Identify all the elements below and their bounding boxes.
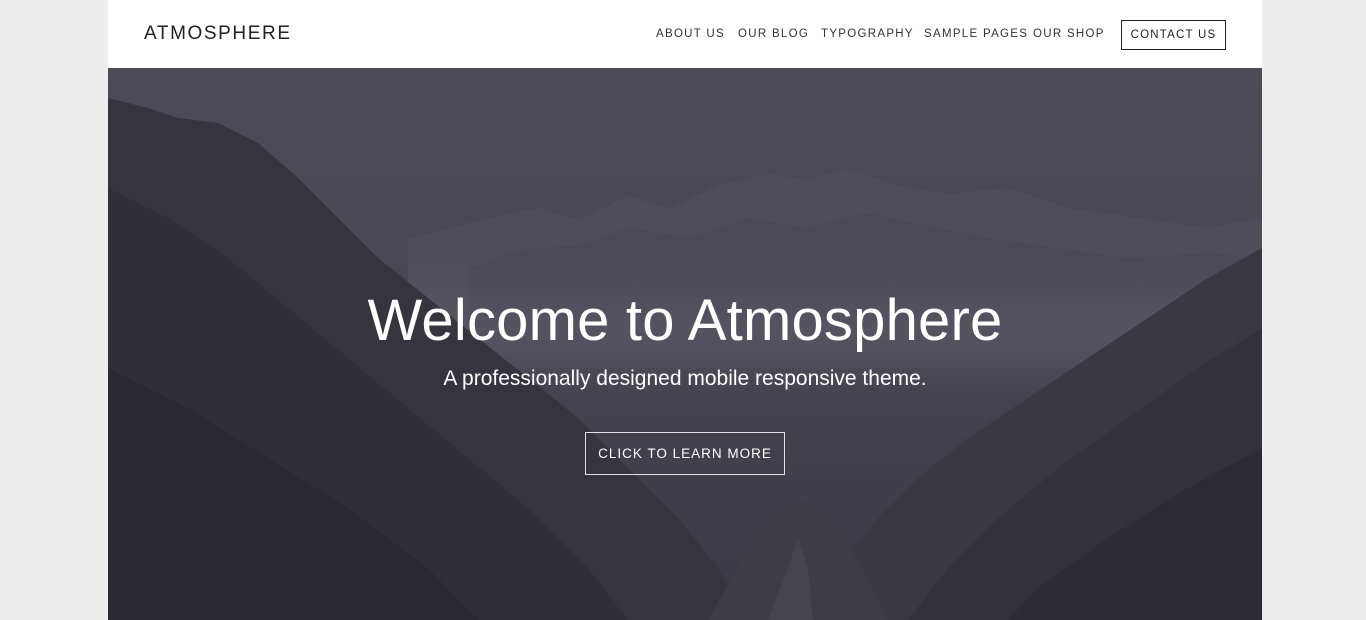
nav-item-typography[interactable]: TYPOGRAPHY [821,26,914,42]
nav-item-our-blog[interactable]: OUR BLOG [738,26,809,42]
nav-item-about-us[interactable]: ABOUT US [656,26,725,42]
primary-nav: ABOUT US OUR BLOG TYPOGRAPHY SAMPLE PAGE… [108,26,1262,42]
hero-section: Welcome to Atmosphere A professionally d… [108,68,1262,620]
hero-subtitle: A professionally designed mobile respons… [443,367,927,390]
site-header: ATMOSPHERE ABOUT US OUR BLOG TYPOGRAPHY … [108,0,1262,68]
learn-more-button[interactable]: CLICK TO LEARN MORE [585,432,785,475]
nav-item-sample-pages[interactable]: SAMPLE PAGES [924,26,1028,42]
site-container: ATMOSPHERE ABOUT US OUR BLOG TYPOGRAPHY … [108,0,1262,620]
hero-title: Welcome to Atmosphere [367,288,1003,353]
contact-us-button[interactable]: CONTACT US [1121,20,1226,50]
nav-item-our-shop[interactable]: OUR SHOP [1033,26,1105,42]
